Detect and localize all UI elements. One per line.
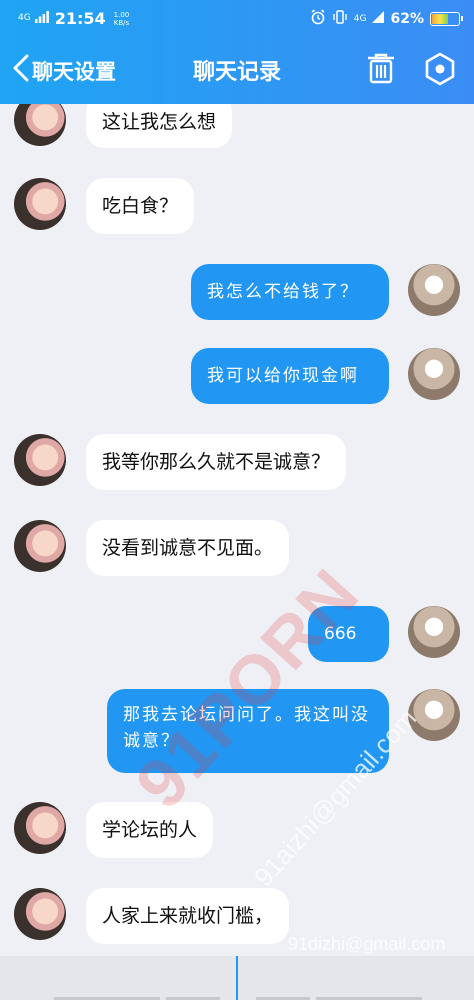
settings-hexagon-icon — [424, 52, 456, 90]
chat-history[interactable]: 这让我怎么想 吃白食？ 我怎么不给钱了？ 我可以给你现金啊 我等你那么久就不是诚… — [0, 104, 474, 956]
status-bar: 4G 21:54 1.00 KB/s 4G 62% — [0, 0, 474, 36]
message-bubble: 学论坛的人 — [86, 802, 214, 858]
nav-bar: 聊天设置 聊天记录 — [0, 36, 474, 104]
trash-icon — [366, 53, 396, 88]
message-bubble: 我等你那么久就不是诚意？ — [86, 434, 347, 490]
message-bubble: 这让我怎么想 — [86, 104, 233, 148]
message-bubble: 人家上来就收门槛， — [86, 888, 290, 944]
contact-avatar[interactable] — [14, 888, 66, 940]
my-avatar[interactable] — [408, 689, 460, 741]
clock: 21:54 — [54, 9, 106, 28]
my-avatar[interactable] — [408, 348, 460, 400]
battery-icon — [430, 12, 463, 26]
alarm-icon — [310, 9, 326, 29]
signal-icon — [372, 11, 385, 27]
delete-button[interactable] — [366, 52, 396, 88]
message-bubble: 没看到诚意不见面。 — [86, 520, 290, 576]
speed-unit: KB/s — [113, 18, 130, 27]
contact-avatar[interactable] — [14, 520, 66, 572]
header: 4G 21:54 1.00 KB/s 4G 62% 聊天设置 聊天记录 — [0, 0, 474, 104]
my-avatar[interactable] — [408, 606, 460, 658]
settings-button[interactable] — [424, 52, 456, 90]
vibrate-icon — [332, 9, 348, 29]
speed-value: 1.00 — [113, 10, 130, 19]
network-speed: 1.00 KB/s — [114, 11, 130, 27]
message-bubble: 我可以给你现金啊 — [191, 348, 389, 404]
contact-avatar[interactable] — [14, 802, 66, 854]
page-title: 聊天记录 — [192, 60, 281, 85]
contact-avatar[interactable] — [14, 178, 66, 230]
battery-level — [432, 14, 448, 24]
bottom-bar — [0, 956, 474, 1000]
network-type: 4G — [18, 13, 31, 23]
battery-percent: 62% — [390, 11, 424, 27]
watermark-email-small: 91dizhi@gmail.com — [288, 934, 446, 954]
scroll-indicator[interactable] — [236, 956, 238, 1000]
network-type-right: 4G — [353, 13, 367, 24]
message-bubble: 我怎么不给钱了？ — [191, 264, 389, 320]
contact-avatar[interactable] — [14, 434, 66, 486]
contact-avatar[interactable] — [14, 104, 66, 146]
message-bubble: 吃白食？ — [86, 178, 195, 234]
my-avatar[interactable] — [408, 264, 460, 316]
signal-icon — [34, 10, 49, 27]
